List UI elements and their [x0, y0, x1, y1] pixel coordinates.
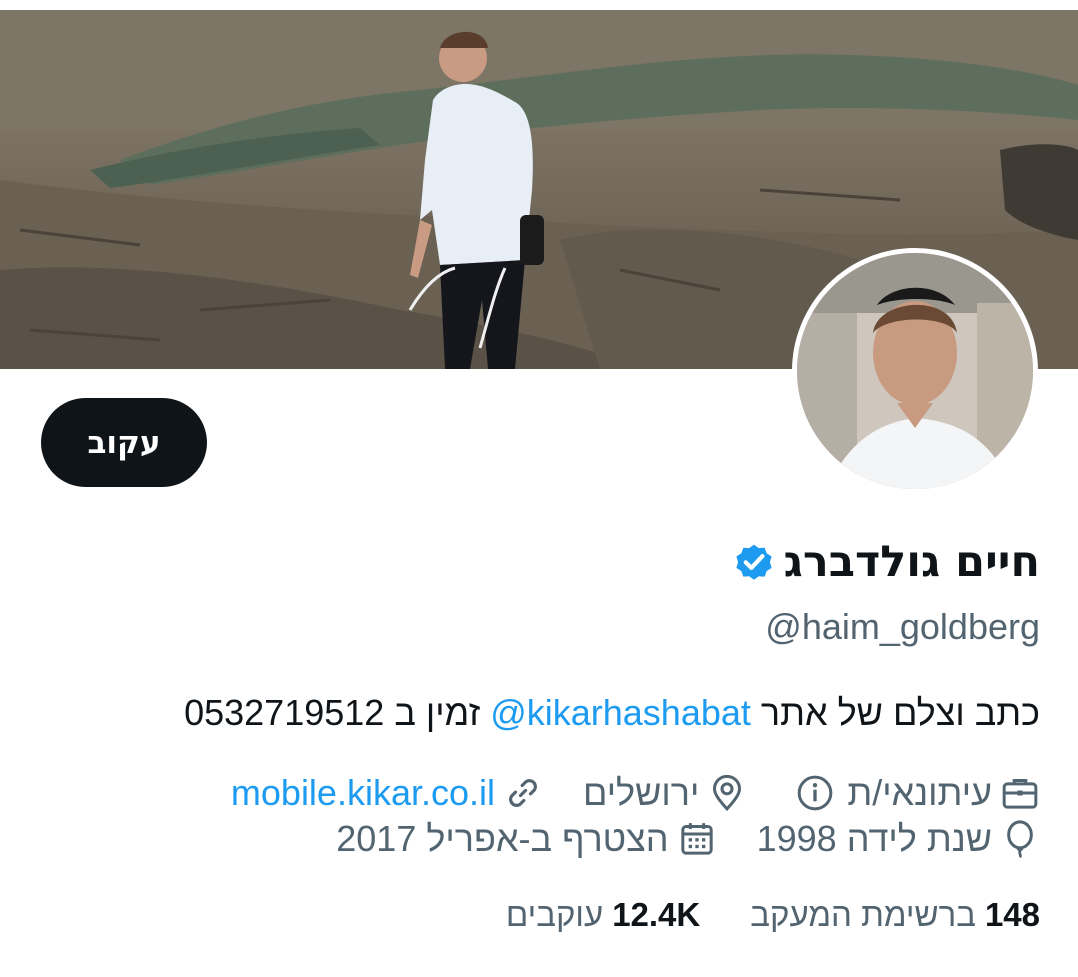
- profile-stats: 148 ברשימת המעקב 12.4K עוקבים: [456, 896, 1040, 934]
- profile-name: חיים גולדברג: [783, 537, 1040, 587]
- verified-badge-icon[interactable]: [732, 540, 776, 584]
- calendar-icon: [680, 823, 713, 855]
- info-icon[interactable]: [795, 773, 835, 813]
- birth-item: שנת לידה 1998: [757, 818, 1040, 860]
- bio-text-end: זמין ב 0532719512: [184, 692, 491, 733]
- followers-label: עוקבים: [505, 896, 604, 933]
- website-link[interactable]: mobile.kikar.co.il: [231, 772, 495, 814]
- joined-text: הצטרף ב-אפריל 2017: [336, 818, 669, 859]
- birth-text: שנת לידה 1998: [756, 818, 992, 859]
- followers-count: 12.4K: [612, 896, 701, 933]
- profession-item: עיתונאי/ת: [787, 772, 1040, 814]
- joined-item: הצטרף ב-אפריל 2017: [336, 818, 716, 860]
- bio-text-start: כתב וצלם של אתר: [750, 692, 1040, 733]
- follow-button[interactable]: עקוב: [41, 398, 207, 487]
- location-text: ירושלים: [583, 772, 700, 813]
- briefcase-icon: [1002, 779, 1038, 809]
- following-label: ברשימת המעקב: [750, 896, 976, 933]
- profile-avatar[interactable]: [792, 248, 1038, 494]
- profession-text: עיתונאי/ת: [847, 772, 992, 813]
- profile-meta-row-2: שנת לידה 1998 הצטרף ב-אפריל 2017: [296, 818, 1040, 860]
- profile-bio: כתב וצלם של אתר @kikarhashabat זמין ב 05…: [184, 692, 1040, 734]
- avatar-image: [797, 253, 1033, 489]
- location-item: ירושלים: [583, 772, 747, 814]
- followers-stat[interactable]: 12.4K עוקבים: [506, 896, 700, 934]
- balloon-icon: [1007, 820, 1033, 859]
- link-icon: [509, 779, 537, 807]
- profile-meta-row-1: עיתונאי/ת ירושלים mobile.kikar.co.il: [191, 772, 1040, 814]
- following-count: 148: [984, 896, 1040, 933]
- profile-name-row: חיים גולדברג: [732, 537, 1040, 587]
- following-stat[interactable]: 148 ברשימת המעקב: [750, 896, 1040, 934]
- website-item[interactable]: mobile.kikar.co.il: [231, 772, 543, 814]
- profile-handle: @haim_goldberg: [765, 606, 1040, 647]
- bio-mention-link[interactable]: @kikarhashabat: [490, 692, 751, 733]
- location-pin-icon: [713, 774, 742, 812]
